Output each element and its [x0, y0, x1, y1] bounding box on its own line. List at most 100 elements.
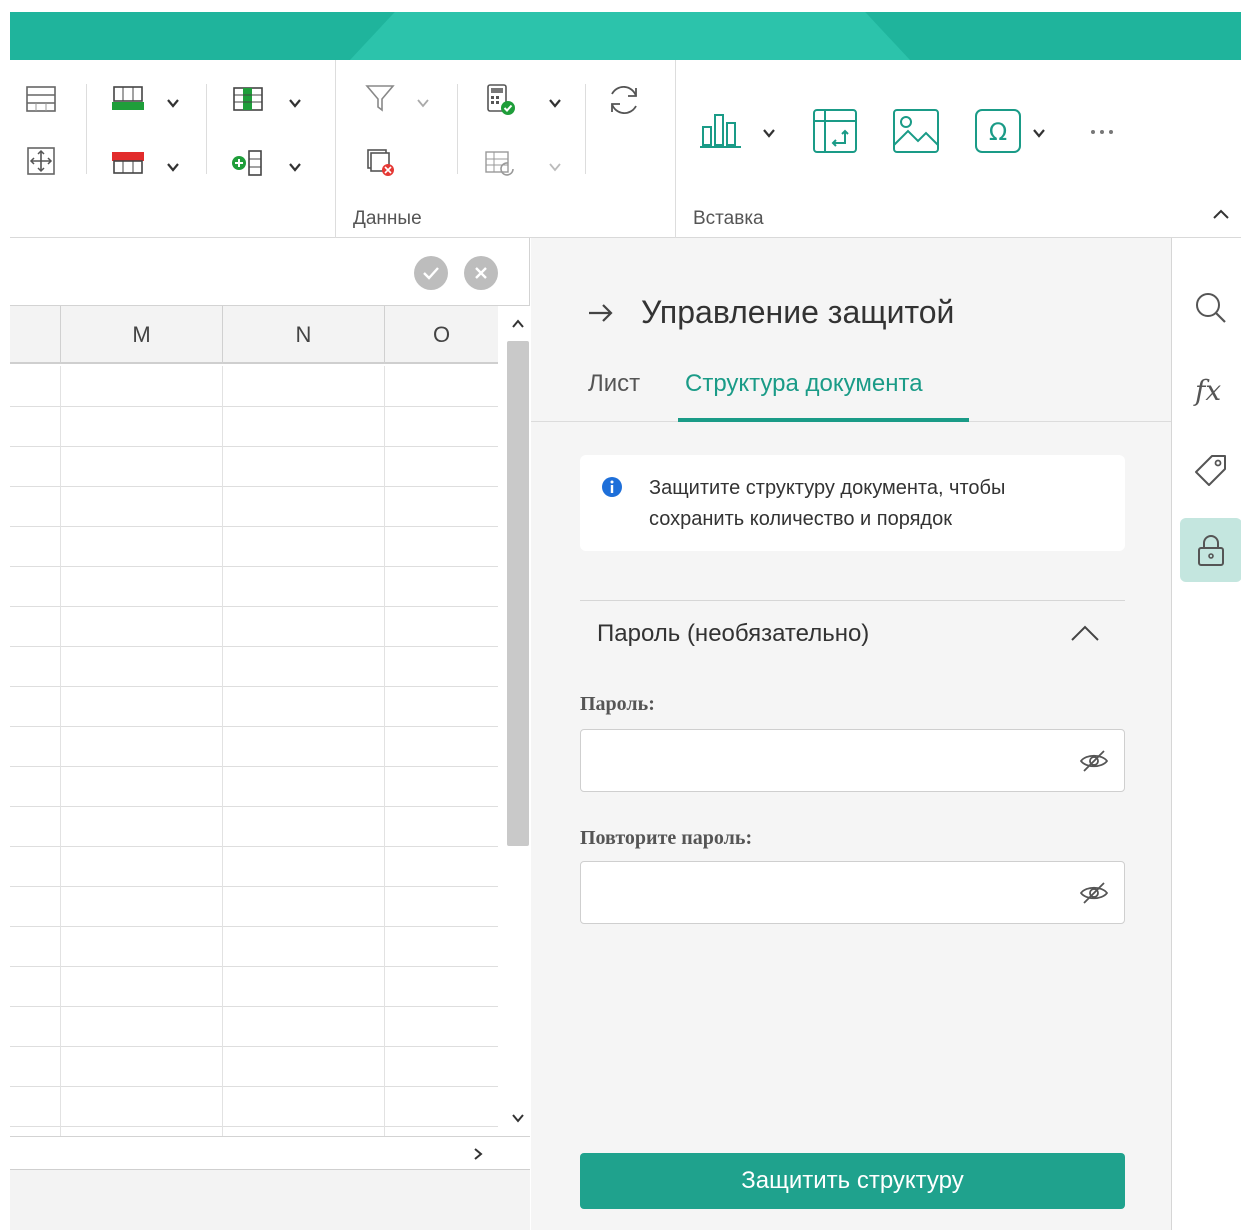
grid-row-line	[10, 606, 498, 607]
grid-row-line	[10, 966, 498, 967]
repeat-password-label: Повторите пароль:	[580, 827, 753, 849]
delete-row-icon[interactable]	[108, 146, 148, 180]
chevron-down-icon[interactable]	[762, 126, 776, 140]
tab-document-structure[interactable]: Структура документа	[685, 370, 923, 398]
scroll-up-icon[interactable]	[510, 318, 526, 330]
insert-row-icon[interactable]	[108, 82, 148, 116]
grid-column-line	[384, 366, 385, 1136]
grid-row-line	[10, 566, 498, 567]
column-header-row: M N O	[10, 306, 498, 364]
column-header-o[interactable]: O	[384, 306, 498, 364]
chevron-down-icon[interactable]	[1032, 126, 1046, 140]
grid-row-line	[10, 1006, 498, 1007]
chevron-down-icon[interactable]	[288, 160, 302, 174]
chevron-up-icon[interactable]	[1069, 622, 1101, 644]
info-icon	[602, 477, 622, 497]
grid-row-line	[10, 846, 498, 847]
grid-row-line	[10, 726, 498, 727]
table-borders-icon[interactable]	[24, 82, 58, 116]
refresh-icon[interactable]	[602, 78, 646, 122]
collapse-ribbon-icon[interactable]	[1210, 206, 1232, 222]
arrow-right-icon[interactable]	[587, 302, 615, 324]
more-options-icon[interactable]	[1082, 120, 1122, 144]
grid-row-line	[10, 1086, 498, 1087]
protect-structure-button[interactable]: Защитить структуру	[580, 1153, 1125, 1209]
formula-bar	[10, 238, 530, 306]
repeat-password-field[interactable]	[580, 861, 1125, 924]
title-bar-decoration	[350, 12, 910, 60]
grid-row-line	[10, 806, 498, 807]
grid-row-line	[10, 926, 498, 927]
ribbon-group-label-data: Данные	[353, 208, 422, 229]
chevron-down-icon	[549, 163, 561, 172]
tag-icon[interactable]	[1180, 438, 1241, 502]
horizontal-scrollbar[interactable]	[10, 1136, 530, 1170]
vertical-scrollbar-thumb[interactable]	[507, 341, 529, 846]
grid-column-line	[222, 366, 223, 1136]
password-section-title[interactable]: Пароль (необязательно)	[597, 620, 869, 648]
column-header[interactable]	[10, 306, 60, 364]
grid-row-line	[10, 646, 498, 647]
column-header-m[interactable]: M	[60, 306, 222, 364]
password-field[interactable]	[580, 729, 1125, 792]
calculate-icon[interactable]	[480, 80, 520, 120]
protection-panel: Управление защитой Лист Структура докуме…	[531, 238, 1171, 1230]
chevron-down-icon[interactable]	[166, 160, 180, 174]
tab-sheet[interactable]: Лист	[588, 370, 640, 398]
grid-row-line	[10, 486, 498, 487]
active-tab-indicator	[678, 418, 969, 422]
chevron-down-icon[interactable]	[548, 96, 562, 110]
lock-icon[interactable]	[1180, 518, 1241, 582]
filter-icon[interactable]	[362, 80, 398, 116]
chevron-down-icon[interactable]	[288, 96, 302, 110]
grid-row-line	[10, 1046, 498, 1047]
section-divider	[580, 600, 1125, 601]
grid-column-line	[60, 366, 61, 1136]
function-icon[interactable]: fx	[1180, 358, 1241, 422]
status-bar	[10, 1170, 530, 1230]
move-cells-icon[interactable]	[24, 144, 58, 178]
ribbon-separator	[585, 84, 586, 174]
scroll-down-icon[interactable]	[510, 1112, 526, 1124]
search-icon[interactable]	[1180, 276, 1241, 340]
grid-row-line	[10, 406, 498, 407]
ribbon-separator	[335, 60, 336, 238]
chart-icon[interactable]	[696, 108, 744, 152]
check-circle-icon[interactable]	[414, 256, 448, 290]
ribbon-group-label-insert: Вставка	[693, 208, 764, 229]
grid-row-line	[10, 766, 498, 767]
ribbon-separator	[457, 84, 458, 174]
x-circle-icon[interactable]	[464, 256, 498, 290]
password-label: Пароль:	[580, 693, 655, 715]
svg-text:Ω: Ω	[989, 118, 1007, 146]
recalculate-sheet-icon	[480, 146, 520, 182]
column-header-n[interactable]: N	[222, 306, 384, 364]
grid-row-line	[10, 686, 498, 687]
chevron-down-icon[interactable]	[166, 96, 180, 110]
panel-header: Управление защитой Лист Структура докуме…	[531, 238, 1171, 422]
eye-off-icon[interactable]	[1078, 880, 1110, 906]
ribbon-separator	[206, 84, 207, 174]
spreadsheet-area: M N O	[10, 238, 530, 1230]
ribbon-separator	[86, 84, 87, 174]
special-character-icon[interactable]: Ω	[972, 106, 1024, 156]
scroll-right-icon[interactable]	[472, 1146, 484, 1162]
panel-title: Управление защитой	[641, 294, 955, 330]
grid-row-line	[10, 1126, 498, 1127]
pivot-table-icon[interactable]	[810, 106, 860, 156]
ribbon-toolbar: Данные Ω Вставка	[10, 60, 1241, 238]
image-icon[interactable]	[890, 106, 942, 156]
info-text: Защитите структуру документа, чтобы сохр…	[649, 477, 1006, 530]
clear-filter-icon[interactable]	[362, 144, 398, 180]
side-toolbar: fx	[1171, 238, 1241, 1230]
grid-row-line	[10, 886, 498, 887]
insert-column-icon[interactable]	[228, 82, 268, 116]
info-box: Защитите структуру документа, чтобы сохр…	[580, 455, 1125, 551]
cell-grid[interactable]	[10, 366, 498, 1136]
add-column-icon[interactable]	[228, 146, 268, 180]
ribbon-separator	[675, 60, 676, 238]
grid-row-line	[10, 446, 498, 447]
eye-off-icon[interactable]	[1078, 748, 1110, 774]
chevron-down-icon	[417, 99, 429, 108]
svg-text:fx: fx	[1193, 374, 1221, 407]
